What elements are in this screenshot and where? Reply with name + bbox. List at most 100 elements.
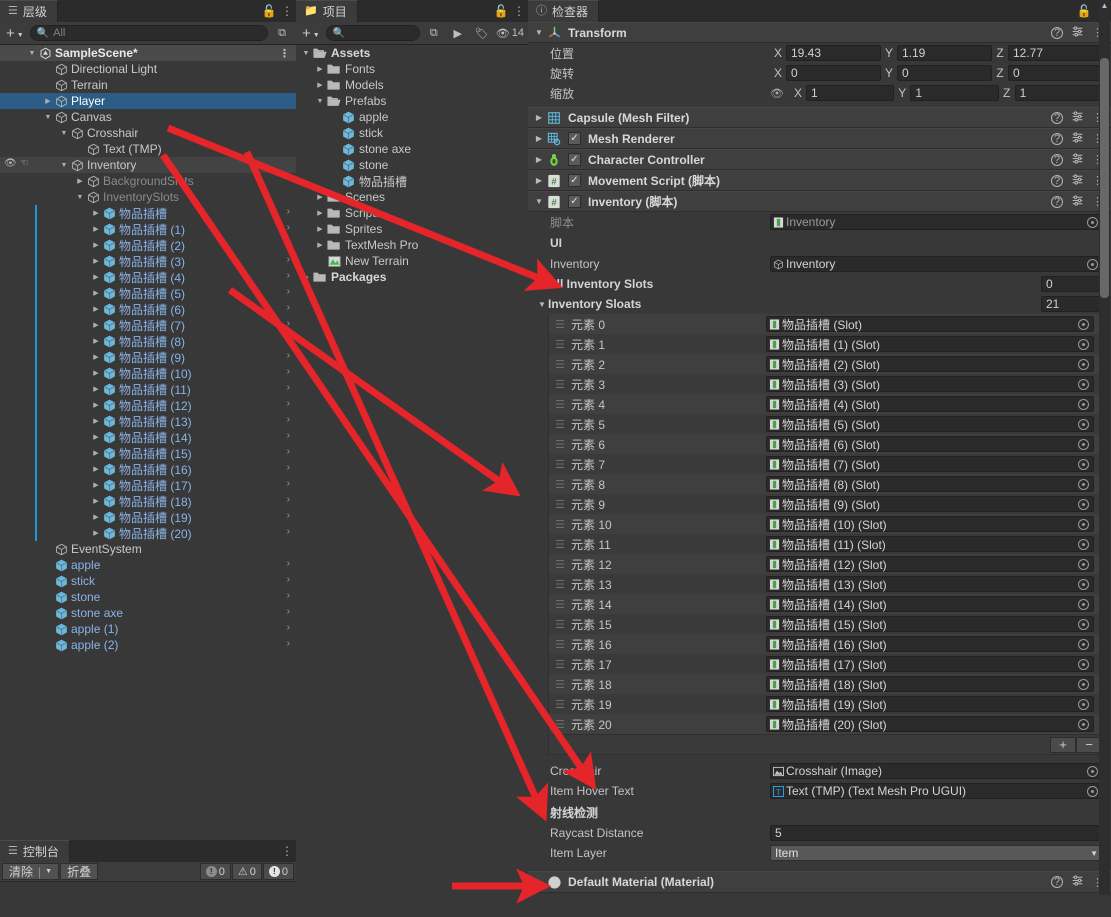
project-item-7[interactable]: stone xyxy=(296,157,528,173)
object-picker-icon[interactable] xyxy=(1078,718,1089,730)
project-item-1[interactable]: ▶ Fonts xyxy=(296,61,528,77)
preset-icon[interactable] xyxy=(1071,110,1084,126)
array-element-row[interactable]: ☰ 元素 2 物品插槽 (2) (Slot) xyxy=(549,354,1102,374)
hierarchy-item-9[interactable]: ▼ InventorySlots xyxy=(0,189,296,205)
twisty-right-icon[interactable]: ▶ xyxy=(90,401,102,409)
object-picker-icon[interactable] xyxy=(1078,478,1089,490)
twisty-down-icon[interactable]: ▼ xyxy=(58,162,70,169)
hierarchy-item-36[interactable]: apple (1) › xyxy=(0,621,296,637)
open-prefab-icon[interactable]: › xyxy=(287,574,290,585)
open-prefab-icon[interactable]: › xyxy=(287,478,290,489)
hierarchy-item-16[interactable]: ▶ 物品插槽 (6) › xyxy=(0,301,296,317)
lock-icon[interactable]: 🔓 xyxy=(260,0,278,22)
drag-handle-icon[interactable]: ☰ xyxy=(549,318,571,331)
twisty-right-icon[interactable]: ▶ xyxy=(314,81,326,89)
raycast-distance-input[interactable]: 5 xyxy=(770,825,1103,841)
array-element-object-field[interactable]: 物品插槽 (17) (Slot) xyxy=(766,656,1094,672)
tab-inspector[interactable]: ⓘ 检查器 xyxy=(528,0,600,22)
all-inventory-slots-row[interactable]: ▶ All Inventory Slots 0 xyxy=(528,274,1111,294)
project-tree[interactable]: ▼ Assets ▶ Fonts ▶ Models ▼ Prefabs apple stick st… xyxy=(296,45,528,917)
twisty-right-icon[interactable]: ▶ xyxy=(314,65,326,73)
console-menu-icon[interactable]: ⋮ xyxy=(278,840,296,862)
object-picker-icon[interactable] xyxy=(1078,618,1089,630)
array-element-row[interactable]: ☰ 元素 7 物品插槽 (7) (Slot) xyxy=(549,454,1102,474)
hierarchy-item-8[interactable]: ▶ BackgroundSlots xyxy=(0,173,296,189)
twisty-right-icon[interactable]: ▶ xyxy=(90,449,102,457)
component-header-2[interactable]: ▶ ✓ Character Controller? ⋮ xyxy=(528,149,1111,170)
help-icon[interactable]: ? xyxy=(1051,153,1063,166)
twisty-down-icon[interactable]: ▼ xyxy=(314,98,326,105)
open-prefab-icon[interactable]: › xyxy=(287,414,290,425)
twisty-right-icon[interactable]: ▶ xyxy=(90,241,102,249)
object-picker-icon[interactable] xyxy=(1078,578,1089,590)
help-icon[interactable]: ? xyxy=(1051,195,1063,208)
hierarchy-tree[interactable]: ▼ SampleScene* ⋮ Directional Light Terrain ▶ P… xyxy=(0,45,296,840)
hierarchy-search-input[interactable]: 🔍 All xyxy=(29,25,268,41)
hierarchy-item-18[interactable]: ▶ 物品插槽 (8) › xyxy=(0,333,296,349)
twisty-right-icon[interactable]: ▶ xyxy=(90,529,102,537)
twisty-down-icon[interactable]: ▼ xyxy=(26,50,38,57)
open-prefab-icon[interactable]: › xyxy=(287,638,290,649)
project-item-6[interactable]: stone axe xyxy=(296,141,528,157)
array-element-row[interactable]: ☰ 元素 6 物品插槽 (6) (Slot) xyxy=(549,434,1102,454)
object-picker-icon[interactable] xyxy=(1078,538,1089,550)
warning-count[interactable]: ⚠ 0 xyxy=(231,863,262,880)
open-prefab-icon[interactable]: › xyxy=(287,222,290,233)
hierarchy-item-23[interactable]: ▶ 物品插槽 (13) › xyxy=(0,413,296,429)
project-item-12[interactable]: ▶ TextMesh Pro xyxy=(296,237,528,253)
project-item-2[interactable]: ▶ Models xyxy=(296,77,528,93)
help-icon[interactable]: ? xyxy=(1051,174,1063,187)
twisty-right-icon[interactable]: ▶ xyxy=(532,878,546,887)
twisty-right-icon[interactable]: ▶ xyxy=(90,385,102,393)
project-item-10[interactable]: ▶ Scripts xyxy=(296,205,528,221)
object-picker-icon[interactable] xyxy=(1078,518,1089,530)
object-picker-icon[interactable] xyxy=(1078,338,1089,350)
hierarchy-item-15[interactable]: ▶ 物品插槽 (5) › xyxy=(0,285,296,301)
array-element-row[interactable]: ☰ 元素 11 物品插槽 (11) (Slot) xyxy=(549,534,1102,554)
material-footer-header[interactable]: ▶ Default Material (Material)? ⋮ xyxy=(528,871,1111,893)
array-element-row[interactable]: ☰ 元素 14 物品插槽 (14) (Slot) xyxy=(549,594,1102,614)
visibility-eye-icon[interactable]: 👁 xyxy=(4,158,17,169)
twisty-right-icon[interactable]: ▶ xyxy=(90,289,102,297)
array-element-row[interactable]: ☰ 元素 4 物品插槽 (4) (Slot) xyxy=(549,394,1102,414)
drag-handle-icon[interactable]: ☰ xyxy=(549,518,571,531)
twisty-right-icon[interactable]: ▶ xyxy=(90,481,102,489)
preset-icon[interactable] xyxy=(1071,152,1084,168)
component-header-1[interactable]: ▶ ✓ Mesh Renderer? ⋮ xyxy=(528,128,1111,149)
object-picker-icon[interactable] xyxy=(1078,398,1089,410)
project-item-13[interactable]: New Terrain xyxy=(296,253,528,269)
array-element-object-field[interactable]: 物品插槽 (19) (Slot) xyxy=(766,696,1094,712)
open-prefab-icon[interactable]: › xyxy=(287,206,290,217)
drag-handle-icon[interactable]: ☰ xyxy=(549,598,571,611)
array-element-row[interactable]: ☰ 元素 19 物品插槽 (19) (Slot) xyxy=(549,694,1102,714)
hierarchy-item-26[interactable]: ▶ 物品插槽 (16) › xyxy=(0,461,296,477)
drag-handle-icon[interactable]: ☰ xyxy=(549,498,571,511)
hierarchy-item-35[interactable]: stone axe › xyxy=(0,605,296,621)
project-item-8[interactable]: 物品插槽 xyxy=(296,173,528,189)
inspector-scroll-thumb[interactable] xyxy=(1100,58,1109,298)
clear-button[interactable]: 清除 | ▼ xyxy=(2,863,60,880)
all-inventory-slots-count[interactable]: 0 xyxy=(1041,276,1103,292)
hierarchy-item-32[interactable]: apple › xyxy=(0,557,296,573)
array-element-object-field[interactable]: 物品插槽 (8) (Slot) xyxy=(766,476,1094,492)
hierarchy-item-25[interactable]: ▶ 物品插槽 (15) › xyxy=(0,445,296,461)
twisty-right-icon[interactable]: ▶ xyxy=(90,257,102,265)
hierarchy-item-14[interactable]: ▶ 物品插槽 (4) › xyxy=(0,269,296,285)
preset-icon[interactable] xyxy=(1071,131,1084,147)
drag-handle-icon[interactable]: ☰ xyxy=(549,558,571,571)
open-prefab-icon[interactable]: › xyxy=(287,590,290,601)
array-element-row[interactable]: ☰ 元素 3 物品插槽 (3) (Slot) xyxy=(549,374,1102,394)
twisty-right-icon[interactable]: ▶ xyxy=(90,417,102,425)
twisty-down-icon[interactable]: ▼ xyxy=(536,300,548,309)
open-prefab-icon[interactable]: › xyxy=(287,270,290,281)
transform-scale-y-input[interactable]: 1 xyxy=(910,85,999,101)
scene-menu-icon[interactable]: ⋮ xyxy=(279,47,290,60)
array-element-row[interactable]: ☰ 元素 17 物品插槽 (17) (Slot) xyxy=(549,654,1102,674)
twisty-right-icon[interactable]: ▶ xyxy=(532,155,546,164)
tab-project[interactable]: 📁 项目 xyxy=(296,0,358,22)
drag-handle-icon[interactable]: ☰ xyxy=(549,458,571,471)
constrain-proportions-icon[interactable]: 👁 xyxy=(770,87,784,100)
project-search-expand-icon[interactable]: ⧉ xyxy=(424,25,444,42)
open-prefab-icon[interactable]: › xyxy=(287,494,290,505)
transform-rotation-z-input[interactable]: 0 xyxy=(1008,65,1103,81)
